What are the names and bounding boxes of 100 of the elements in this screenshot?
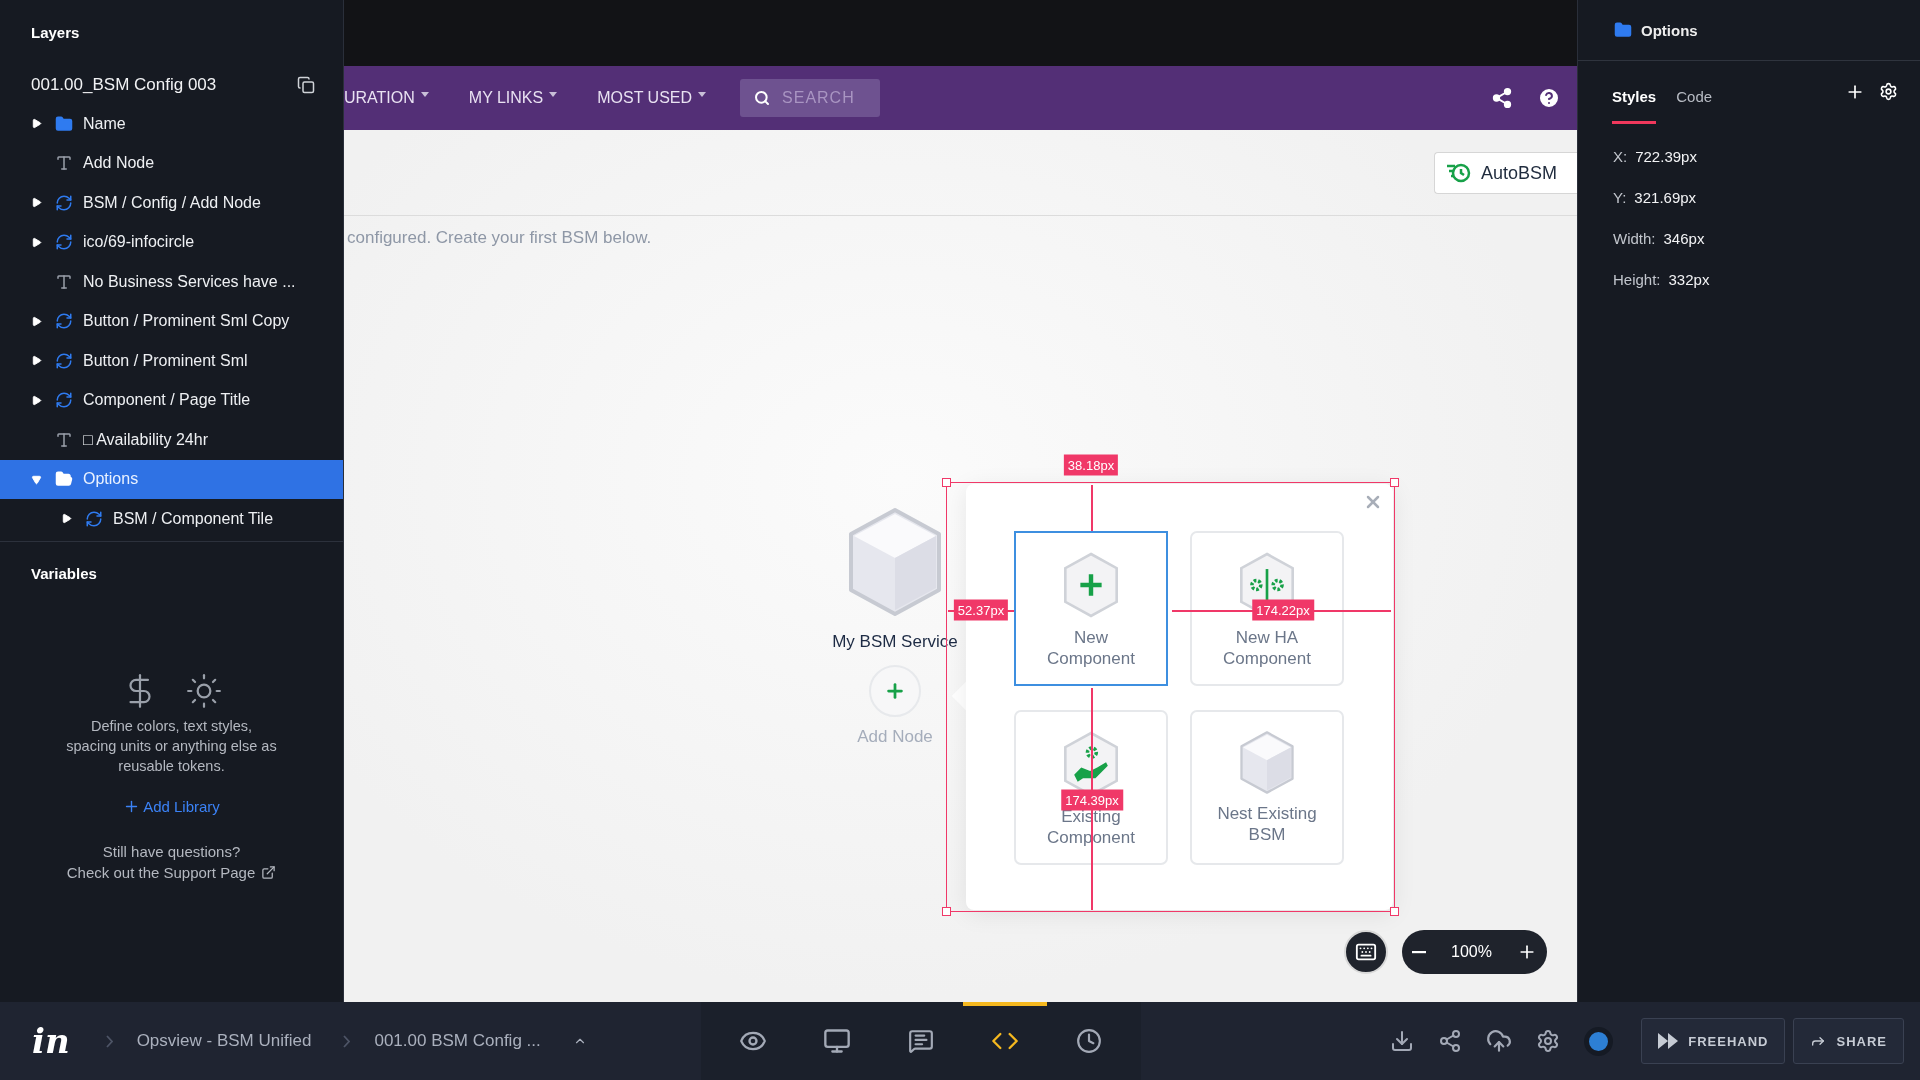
- layer-row[interactable]: Button / Prominent Sml Copy: [0, 301, 343, 341]
- toolbar-action-button[interactable]: SHARE: [1793, 1018, 1904, 1064]
- chevron-icon: [105, 1034, 113, 1048]
- measurement-label: 52.37px: [953, 599, 1009, 621]
- external-link-icon: [261, 865, 277, 880]
- layer-row[interactable]: Options: [0, 459, 343, 499]
- copy-icon[interactable]: [297, 76, 315, 94]
- option-tile[interactable]: New Component: [1014, 531, 1168, 686]
- property-value: 722.39px: [1635, 148, 1697, 165]
- autobsm-button[interactable]: AutoBSM: [1433, 152, 1577, 194]
- caret-icon: [549, 91, 558, 97]
- settings-icon[interactable]: [1536, 1029, 1561, 1053]
- collapse-arrow-icon[interactable]: [30, 473, 42, 486]
- measure-line: [1091, 485, 1093, 531]
- download-icon[interactable]: [1390, 1029, 1415, 1053]
- measurement-label: 174.22px: [1252, 599, 1314, 621]
- folder-icon: [1614, 21, 1632, 39]
- layer-row[interactable]: Name: [0, 104, 343, 144]
- share-icon[interactable]: [1491, 87, 1513, 109]
- layer-name: BSM / Config / Add Node: [83, 193, 261, 212]
- zoom-level: 100%: [1451, 943, 1492, 961]
- selection-title: Options: [1641, 21, 1698, 39]
- layer-row[interactable]: No Business Services have ...: [0, 262, 343, 302]
- layer-name: Button / Prominent Sml Copy: [83, 312, 290, 331]
- caret-icon: [420, 91, 429, 97]
- layer-name: ico/69-infocircle: [83, 233, 195, 252]
- expand-arrow-icon[interactable]: [30, 394, 42, 407]
- screen-icon: [822, 1027, 851, 1055]
- component-icon: [55, 312, 73, 331]
- caret-icon: [698, 91, 707, 97]
- option-tile[interactable]: Nest Existing BSM: [1190, 710, 1344, 865]
- cloud-upload-icon[interactable]: [1486, 1028, 1513, 1054]
- property-value: 346px: [1663, 230, 1705, 247]
- nav-menu-item[interactable]: MY LINKS: [468, 89, 558, 107]
- layer-row[interactable]: Button / Prominent Sml: [0, 341, 343, 381]
- expand-arrow-icon[interactable]: [30, 354, 42, 367]
- zoom-out-button[interactable]: [1412, 950, 1426, 954]
- clock-icon: [1444, 162, 1471, 184]
- empty-state-message: Define colors, text styles, spacing units or anything else as reusable tokens.: [65, 717, 278, 776]
- add-node-button[interactable]: [869, 665, 921, 717]
- comment-icon: [907, 1028, 934, 1054]
- layer-row[interactable]: Add Node: [0, 143, 343, 183]
- expand-arrow-icon[interactable]: [60, 512, 72, 525]
- property-value: 321.69px: [1634, 189, 1697, 206]
- component-icon: [85, 509, 103, 528]
- nav-menu-item[interactable]: MOST USED: [597, 89, 707, 107]
- measurement-label: 38.18px: [1063, 454, 1119, 476]
- help-text: Still have questions?: [102, 843, 241, 860]
- folder-icon: [55, 114, 73, 133]
- layer-name: Button / Prominent Sml: [83, 351, 248, 370]
- expand-arrow-icon[interactable]: [30, 117, 42, 130]
- measurement-label: 174.39px: [1061, 789, 1123, 811]
- panel-title: Layers: [30, 23, 81, 43]
- component-icon: [55, 351, 73, 370]
- help-icon[interactable]: [1537, 86, 1561, 110]
- layer-name: BSM / Component Tile: [113, 509, 274, 528]
- clock-icon: [1075, 1028, 1102, 1054]
- layer-row[interactable]: ico/69-infocircle: [0, 222, 343, 262]
- layer-row[interactable]: BSM / Component Tile: [0, 499, 343, 539]
- panel-title: Variables: [30, 564, 98, 582]
- search-icon: [754, 90, 771, 106]
- text-layer-icon: [55, 430, 73, 449]
- component-icon: [55, 233, 73, 252]
- breadcrumb-link[interactable]: Opsview - BSM Unified: [136, 1031, 312, 1051]
- support-link[interactable]: Check out the Support Page: [66, 864, 277, 881]
- property-value: 332px: [1668, 271, 1710, 288]
- layer-name: No Business Services have ...: [83, 272, 296, 291]
- cube-icon: [1238, 730, 1296, 795]
- layer-name: Name: [83, 114, 126, 133]
- expand-arrow-icon[interactable]: [30, 196, 42, 209]
- expand-arrow-icon[interactable]: [30, 315, 42, 328]
- text-layer-icon: [55, 272, 73, 291]
- layer-name: Add Node: [83, 154, 155, 173]
- expand-arrow-icon[interactable]: [30, 236, 42, 249]
- share-icon[interactable]: [1438, 1029, 1463, 1053]
- inspector-tab[interactable]: Styles: [1612, 88, 1657, 124]
- layer-name: Component / Page Title: [83, 391, 251, 410]
- search-field[interactable]: SEARCH: [740, 79, 881, 117]
- inspector-tab[interactable]: Code: [1676, 88, 1713, 124]
- file-name: 001.00_BSM Config 003: [31, 75, 217, 95]
- settings-icon[interactable]: [1879, 82, 1898, 101]
- minus-icon: [1412, 950, 1426, 954]
- nav-menu-item[interactable]: URATION: [344, 89, 429, 107]
- keyboard-button[interactable]: [1344, 930, 1388, 974]
- component-icon: [55, 391, 73, 410]
- layer-row[interactable]: □ Availability 24hr: [0, 420, 343, 460]
- user-avatar[interactable]: [1584, 1026, 1614, 1056]
- keyboard-icon: [1355, 941, 1377, 963]
- property-label: Width:: [1613, 230, 1656, 247]
- text-layer-icon: [55, 154, 73, 173]
- add-node-label: Add Node: [857, 727, 933, 747]
- breadcrumb-link[interactable]: 001.00 BSM Config ...: [374, 1031, 541, 1051]
- layer-row[interactable]: BSM / Config / Add Node: [0, 183, 343, 223]
- toolbar-action-button[interactable]: FREEHAND: [1641, 1018, 1786, 1064]
- property-label: Height:: [1613, 271, 1661, 288]
- app-logo[interactable]: in: [32, 1021, 70, 1061]
- property-label: Y:: [1613, 189, 1627, 206]
- layer-row[interactable]: Component / Page Title: [0, 380, 343, 420]
- chevron-icon: [343, 1034, 351, 1048]
- add-library-link[interactable]: Add Library: [123, 798, 220, 815]
